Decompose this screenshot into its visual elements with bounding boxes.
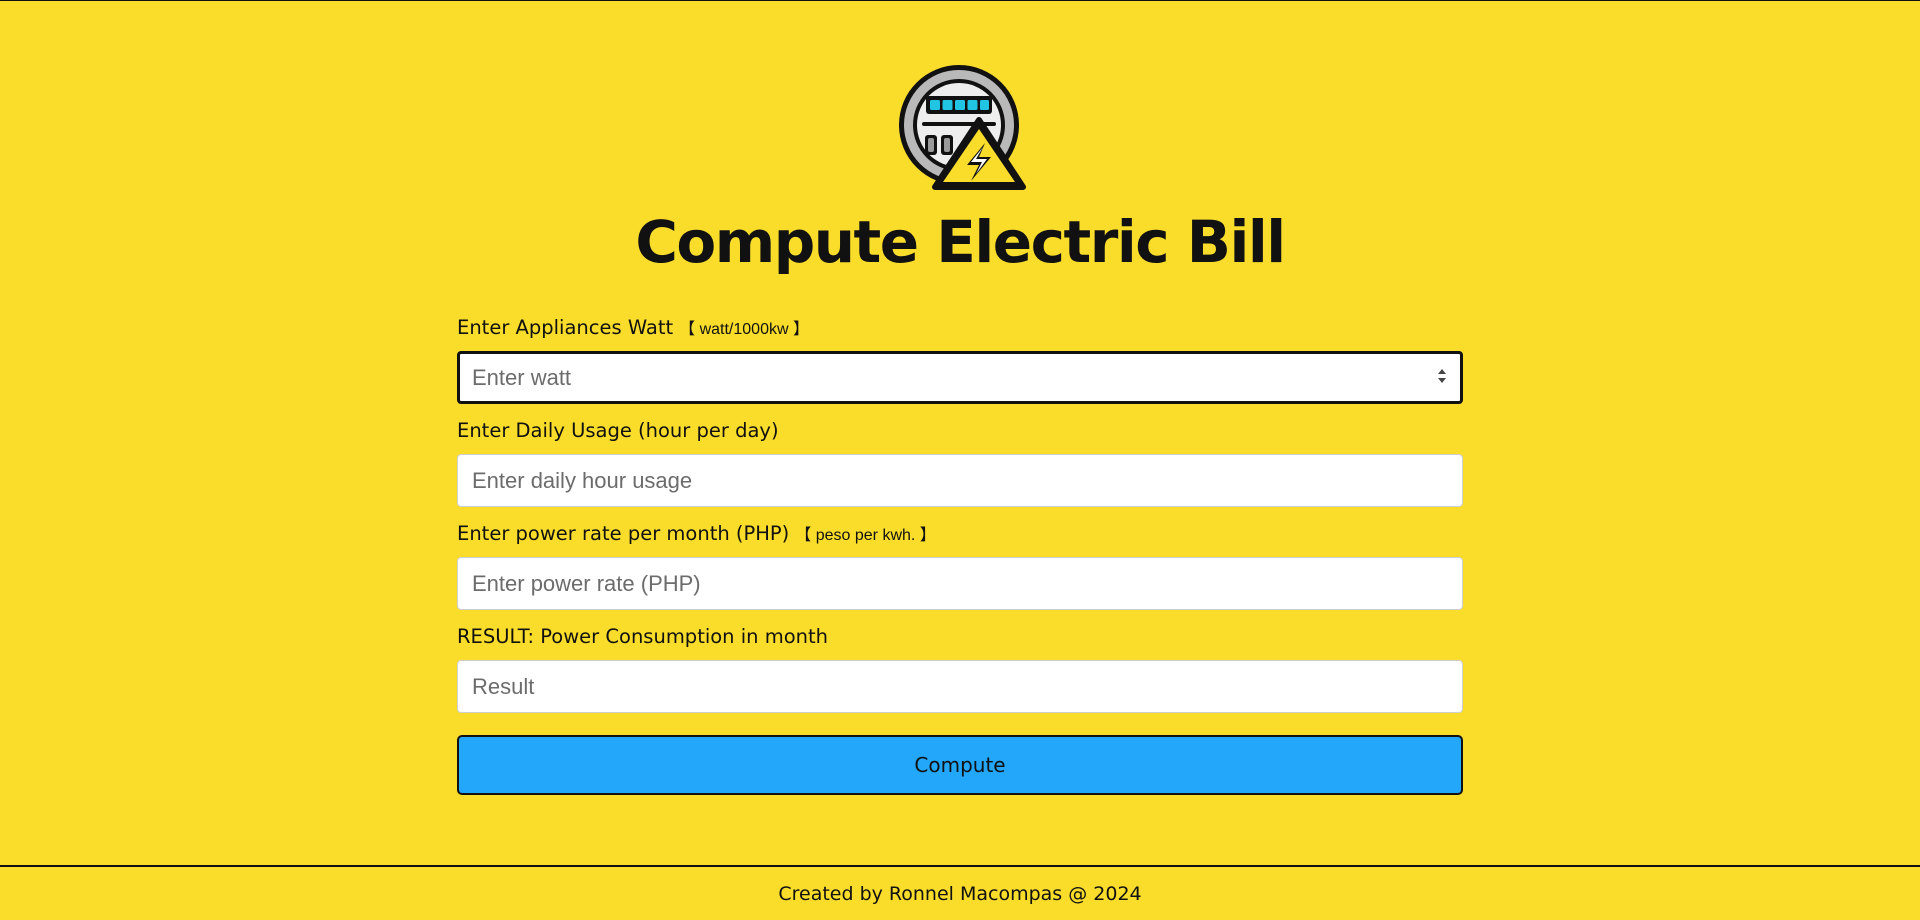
result-input[interactable] bbox=[457, 660, 1463, 713]
power-rate-label: Enter power rate per month (PHP) 【 peso p… bbox=[457, 522, 936, 548]
daily-usage-input[interactable] bbox=[457, 454, 1463, 507]
compute-button[interactable]: Compute bbox=[457, 735, 1463, 795]
footer-credit: Created by Ronnel Macompas @ 2024 bbox=[778, 883, 1142, 905]
daily-usage-label: Enter Daily Usage (hour per day) bbox=[457, 419, 779, 442]
electric-meter-warning-icon bbox=[899, 65, 1026, 190]
footer-divider bbox=[0, 865, 1920, 867]
power-rate-input[interactable] bbox=[457, 557, 1463, 610]
watt-label-text: Enter Appliances Watt bbox=[457, 316, 674, 339]
power-rate-hint: 【 peso per kwh. 】 bbox=[795, 527, 936, 544]
number-spinner-icon[interactable] bbox=[1436, 365, 1448, 387]
watt-label: Enter Appliances Watt 【 watt/1000kw 】 bbox=[457, 316, 809, 342]
watt-hint: 【 watt/1000kw 】 bbox=[679, 321, 809, 338]
result-label: RESULT: Power Consumption in month bbox=[457, 625, 829, 648]
power-rate-label-text: Enter power rate per month (PHP) bbox=[457, 522, 790, 545]
page-title: Compute Electric Bill bbox=[635, 208, 1286, 276]
watt-input[interactable] bbox=[457, 351, 1463, 404]
